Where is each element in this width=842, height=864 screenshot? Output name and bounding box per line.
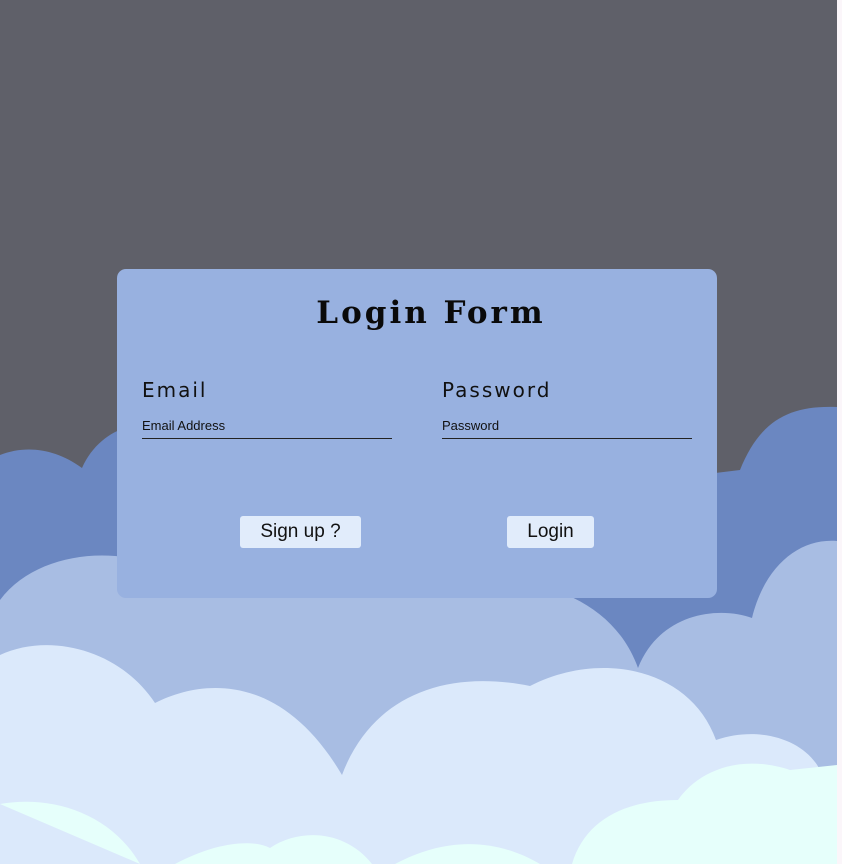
login-form: Login Form Email Password Sign up ? Logi… — [117, 269, 717, 598]
page-edge — [837, 0, 842, 864]
email-input[interactable] — [142, 412, 392, 439]
email-field-group: Email — [142, 377, 392, 439]
email-label: Email — [142, 378, 208, 402]
password-field-group: Password — [442, 377, 692, 439]
login-button[interactable]: Login — [507, 516, 594, 548]
form-title: Login Form — [316, 295, 546, 331]
password-label: Password — [442, 378, 552, 402]
signup-button[interactable]: Sign up ? — [240, 516, 361, 548]
password-input[interactable] — [442, 412, 692, 439]
